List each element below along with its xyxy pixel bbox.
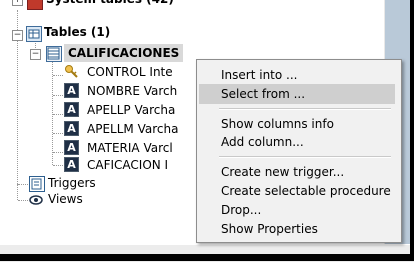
menu-separator	[219, 108, 391, 110]
tree-node-column[interactable]: MATERIA Varcl	[87, 139, 173, 157]
menu-item-show-columns-info[interactable]: Show columns info	[199, 114, 395, 134]
column-a-icon: A	[64, 121, 79, 136]
column-a-icon: A	[64, 140, 79, 155]
tables-folder-icon	[26, 26, 42, 42]
menu-item-create-selectable-procedure[interactable]: Create selectable procedure	[199, 181, 395, 201]
column-a-icon: A	[64, 102, 79, 117]
views-eye-icon	[29, 193, 43, 207]
menu-separator	[219, 156, 391, 158]
menu-item-show-properties[interactable]: Show Properties	[199, 219, 395, 239]
expand-system-tables-icon[interactable]: +	[12, 0, 23, 6]
tree-connector	[53, 75, 63, 76]
column-a-icon: A	[64, 157, 79, 172]
key-icon	[64, 64, 78, 78]
tree-node-column[interactable]: NOMBRE Varch	[87, 82, 177, 100]
collapse-table-icon[interactable]: −	[30, 49, 41, 60]
tree-connector	[53, 114, 63, 115]
tree-connector	[53, 152, 63, 153]
tree-node-tables[interactable]: Tables (1)	[44, 23, 110, 41]
window-border	[410, 0, 414, 261]
tree-node-views[interactable]: Views	[48, 190, 83, 208]
menu-item-insert-into[interactable]: Insert into ...	[199, 65, 395, 85]
menu-item-select-from[interactable]: Select from ...	[199, 84, 395, 104]
tree-node-column[interactable]: APELLM Varcha	[87, 120, 178, 138]
tree-node-column[interactable]: CONTROL Inte	[87, 63, 173, 81]
tree-node-column[interactable]: APELLP Varcha	[87, 101, 175, 119]
tree-connector	[53, 165, 63, 166]
collapse-tables-icon[interactable]: −	[12, 30, 23, 41]
database-browser-window: + System tables (42) − Tables (1) − CALI…	[0, 0, 414, 262]
column-a-icon: A	[64, 83, 79, 98]
window-border	[0, 254, 410, 261]
tree-node-column[interactable]: CAFICACION I	[87, 156, 168, 174]
tree-node-table-calificaciones[interactable]: CALIFICACIONES	[64, 44, 184, 62]
menu-item-drop[interactable]: Drop...	[199, 200, 395, 220]
menu-item-add-column[interactable]: Add column...	[199, 132, 395, 152]
tree-connector	[53, 95, 63, 96]
tree-node-system-tables[interactable]: System tables (42)	[46, 0, 174, 8]
menu-item-create-new-trigger[interactable]: Create new trigger...	[199, 162, 395, 182]
tree-connector	[53, 133, 63, 134]
tree-connector	[18, 184, 28, 185]
context-menu: Insert into ... Select from ... Show col…	[196, 59, 402, 243]
tree-connector	[17, 184, 18, 200]
triggers-icon	[29, 176, 45, 192]
system-tables-icon	[27, 0, 43, 10]
tree-connector	[18, 200, 28, 201]
table-icon	[46, 46, 62, 62]
